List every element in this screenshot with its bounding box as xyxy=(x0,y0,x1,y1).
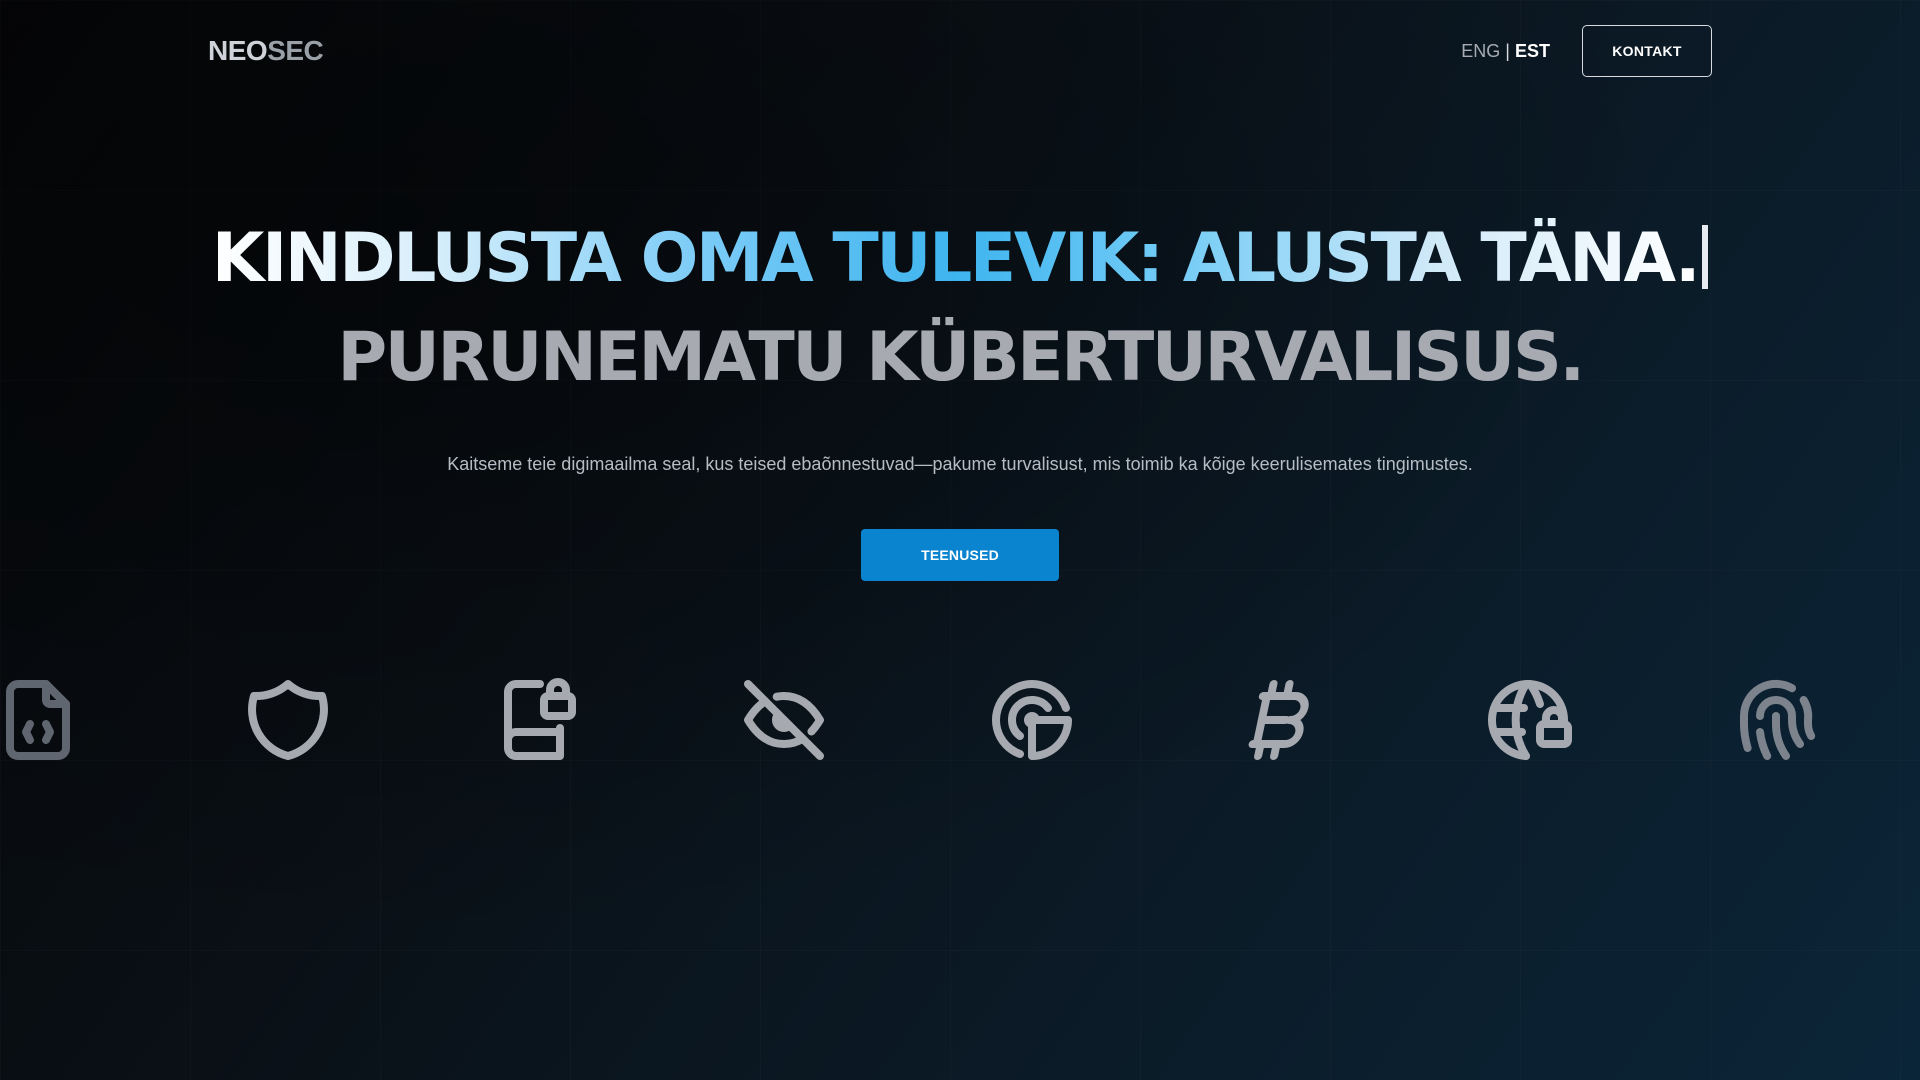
feature-icons-row xyxy=(0,672,1920,772)
book-lock-icon xyxy=(488,672,584,768)
shield-icon xyxy=(240,672,336,768)
contact-button[interactable]: KONTAKT xyxy=(1582,25,1712,77)
cta-wrapper: TEENUSED xyxy=(0,529,1920,581)
fingerprint-icon xyxy=(1728,672,1824,768)
logo[interactable]: NEO SEC xyxy=(208,35,324,67)
bitcoin-icon xyxy=(1232,672,1328,768)
site-header: NEO SEC ENG | EST KONTAKT xyxy=(208,24,1712,78)
logo-sec: SEC xyxy=(267,35,324,66)
services-button[interactable]: TEENUSED xyxy=(861,529,1059,581)
eye-off-icon xyxy=(736,672,832,768)
lang-est-link[interactable]: EST xyxy=(1515,41,1550,62)
hero-headline: KINDLUSTA OMA TULEVIK: ALUSTA TÄNA. PURU… xyxy=(0,215,1920,402)
lang-eng-link[interactable]: ENG xyxy=(1461,41,1500,62)
logo-neo: NEO xyxy=(208,35,268,66)
radar-icon xyxy=(984,672,1080,768)
language-switcher: ENG | EST xyxy=(1461,41,1550,62)
hero-section: KINDLUSTA OMA TULEVIK: ALUSTA TÄNA. PURU… xyxy=(0,215,1920,581)
headline-line1: KINDLUSTA OMA TULEVIK: ALUSTA TÄNA. xyxy=(212,215,1701,303)
globe-lock-icon xyxy=(1480,672,1576,768)
headline-line2: PURUNEMATU KÜBERTURVALISUS. xyxy=(337,318,1585,397)
typing-cursor xyxy=(1702,225,1709,289)
lang-separator: | xyxy=(1505,40,1510,61)
document-code-icon xyxy=(0,672,86,768)
hero-subtitle: Kaitseme teie digimaailma seal, kus teis… xyxy=(447,454,1473,474)
header-actions: ENG | EST KONTAKT xyxy=(1461,25,1712,77)
